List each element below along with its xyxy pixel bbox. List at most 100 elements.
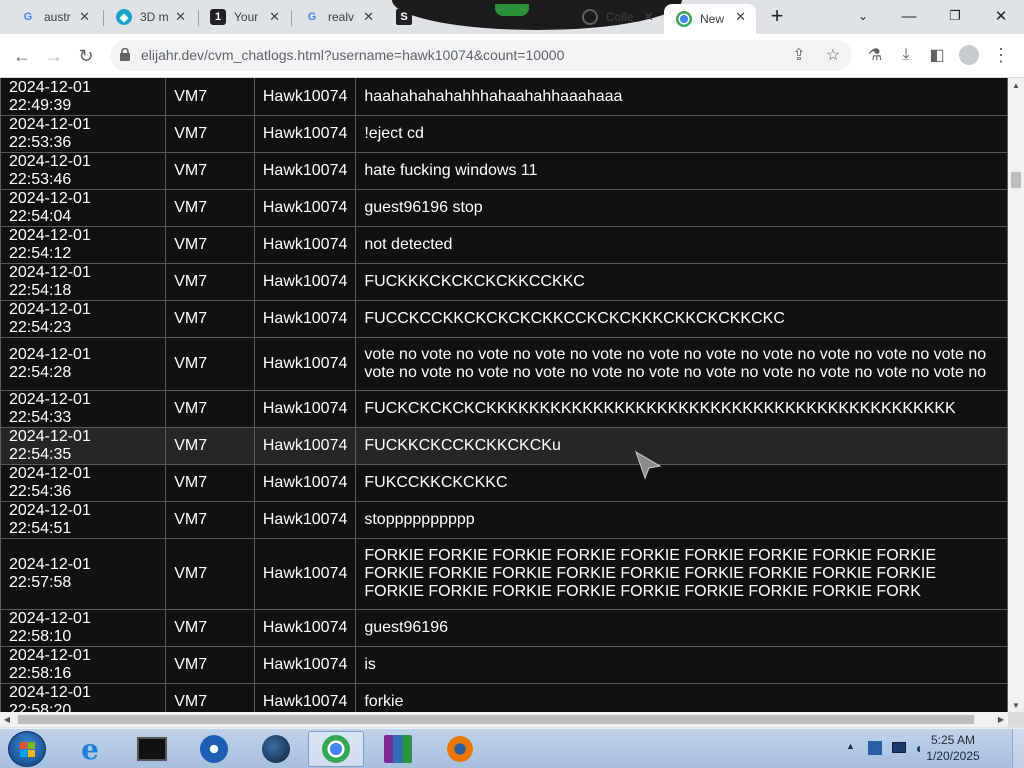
minimize-button[interactable]: —	[894, 4, 924, 28]
username-cell: Hawk10074	[253, 427, 357, 465]
vm-cell: VM7	[165, 115, 255, 153]
tab-3d[interactable]: ◈ 3D m ✕	[104, 4, 196, 30]
close-icon[interactable]: ✕	[643, 9, 654, 25]
globe-icon	[582, 9, 598, 25]
message-cell: !eject cd	[355, 115, 1008, 153]
vm-cell: VM7	[165, 300, 255, 338]
menu-kebab-icon[interactable]: ⋮	[988, 42, 1014, 68]
message-cell: guest96196	[355, 609, 1008, 647]
table-row: 2024-12-01 22:54:51 VM7 Hawk10074 stopppppp…	[0, 501, 1008, 539]
table-row: 2024-12-01 22:53:36 VM7 Hawk10074 !eject cd	[0, 115, 1008, 153]
close-window-button[interactable]: ✕	[986, 4, 1016, 28]
terminal-icon[interactable]	[124, 731, 180, 767]
table-row: 2024-12-01 22:53:46 VM7 Hawk10074 hate fuck…	[0, 152, 1008, 190]
table-row: 2024-12-01 22:54:18 VM7 Hawk10074 FUCKKKCKC…	[0, 263, 1008, 301]
message-cell: hate fucking windows 11	[355, 152, 1008, 190]
tab-colle[interactable]: Colle ✕	[572, 4, 664, 30]
table-row: 2024-12-01 22:54:04 VM7 Hawk10074 guest9619…	[0, 189, 1008, 227]
scroll-right-arrow[interactable]: ▶	[994, 712, 1008, 727]
scrollbar-corner	[1008, 712, 1024, 727]
username-cell: Hawk10074	[253, 538, 357, 610]
tab-new[interactable]: New ✕	[664, 4, 756, 34]
profile-avatar-icon[interactable]	[956, 42, 982, 68]
vertical-scrollbar[interactable]: ▲ ▼	[1008, 78, 1024, 712]
tab-realv[interactable]: G realv ✕	[292, 4, 384, 30]
scroll-left-arrow[interactable]: ◀	[0, 712, 14, 727]
timestamp-cell: 2024-12-01 22:54:23	[0, 300, 167, 338]
bookmark-star-icon[interactable]: ☆	[820, 42, 846, 68]
vm-cell: VM7	[165, 464, 255, 502]
show-hidden-icons-icon[interactable]: ▲	[846, 741, 855, 751]
back-button[interactable]: ←	[8, 42, 36, 70]
taskbar-clock[interactable]: 5:25 AM 1/20/2025	[920, 732, 986, 764]
tab-strip: G austr ✕ ◈ 3D m ✕ 1 Your ✕ G realv ✕ S …	[0, 0, 1024, 34]
vm-cell: VM7	[165, 263, 255, 301]
globe-icon[interactable]	[248, 731, 304, 767]
username-cell: Hawk10074	[253, 115, 357, 153]
tab-your[interactable]: 1 Your ✕	[198, 4, 290, 30]
timestamp-cell: 2024-12-01 22:57:58	[0, 538, 167, 610]
close-icon[interactable]: ✕	[735, 9, 746, 25]
winrar-icon[interactable]	[370, 731, 426, 767]
scrollbar-thumb[interactable]	[1011, 172, 1021, 188]
close-icon[interactable]: ✕	[269, 9, 280, 25]
mouse-cursor-icon	[635, 450, 662, 480]
chrome-icon[interactable]	[308, 731, 364, 767]
vm-cell: VM7	[165, 78, 255, 116]
username-cell: Hawk10074	[253, 464, 357, 502]
table-row: 2024-12-01 22:54:28 VM7 Hawk10074 vote no v…	[0, 337, 1008, 391]
tab-austr[interactable]: G austr ✕	[8, 4, 100, 30]
table-row: 2024-12-01 22:58:10 VM7 Hawk10074 guest9619…	[0, 609, 1008, 647]
close-icon[interactable]: ✕	[79, 9, 90, 25]
new-tab-button[interactable]: +	[762, 3, 792, 28]
close-icon[interactable]: ✕	[363, 9, 374, 25]
restore-button[interactable]: ❐	[940, 4, 970, 28]
show-desktop-button[interactable]	[1012, 729, 1024, 768]
message-cell: vote no vote no vote no vote no vote no …	[355, 337, 1008, 391]
close-icon[interactable]: ✕	[175, 9, 186, 25]
download-icon[interactable]: ⤓	[893, 42, 919, 68]
timestamp-cell: 2024-12-01 22:53:46	[0, 152, 167, 190]
clock-time: 5:25 AM	[930, 733, 976, 747]
address-bar[interactable]: elijahr.dev/cvm_chatlogs.html?username=h…	[110, 40, 852, 71]
forward-button[interactable]: →	[40, 42, 68, 70]
internet-explorer-icon[interactable]: e	[62, 731, 118, 767]
labs-flask-icon[interactable]: ⚗	[862, 42, 888, 68]
message-cell: FUCKKCKCCKCKKCKCKu	[355, 427, 1008, 465]
tab-title: realv	[328, 10, 355, 24]
timestamp-cell: 2024-12-01 22:58:20	[0, 683, 167, 712]
vm-cell: VM7	[165, 226, 255, 264]
tab-title: Your	[234, 10, 259, 24]
message-cell: FUCKCKCKCKCKKKKKKKKKKKKKKKKKKKKKKKKKKKKK…	[355, 390, 1008, 428]
reload-button[interactable]: ↻	[72, 42, 100, 70]
scroll-down-arrow[interactable]: ▼	[1008, 698, 1024, 712]
timestamp-cell: 2024-12-01 22:58:16	[0, 646, 167, 684]
message-cell: is	[355, 646, 1008, 684]
tab-title: New	[700, 12, 725, 26]
blender-icon[interactable]	[432, 731, 488, 767]
timestamp-cell: 2024-12-01 22:54:33	[0, 390, 167, 428]
tray-app-icon[interactable]	[868, 741, 882, 755]
tab-title: 3D m	[140, 10, 169, 24]
page-viewport: 2024-12-01 22:49:39 VM7 Hawk10074 haahahaha…	[0, 78, 1008, 712]
timestamp-cell: 2024-12-01 22:54:18	[0, 263, 167, 301]
vm-cell: VM7	[165, 683, 255, 712]
tab-title: Colle	[606, 10, 634, 24]
side-panel-icon[interactable]: ◧	[924, 42, 950, 68]
vm-cell: VM7	[165, 501, 255, 539]
network-icon[interactable]	[892, 742, 906, 753]
browser-toolbar: ← → ↻ elijahr.dev/cvm_chatlogs.html?user…	[0, 34, 1024, 78]
google-icon: G	[307, 11, 317, 23]
table-row: 2024-12-01 22:58:16 VM7 Hawk10074 is	[0, 646, 1008, 684]
table-row: 2024-12-01 22:58:20 VM7 Hawk10074 forkie	[0, 683, 1008, 712]
taskbar: e ▲ ◖ 5:25 AM 1/20/2025	[0, 728, 1024, 768]
horizontal-scrollbar[interactable]: ◀ ▶	[0, 712, 1008, 727]
chevron-down-icon[interactable]: ⌄	[848, 4, 878, 28]
media-player-icon[interactable]	[186, 731, 242, 767]
timestamp-cell: 2024-12-01 22:54:12	[0, 226, 167, 264]
scrollbar-thumb[interactable]	[18, 715, 974, 724]
scroll-up-arrow[interactable]: ▲	[1008, 78, 1024, 92]
share-icon[interactable]: ⇪	[786, 42, 812, 68]
vm-cell: VM7	[165, 609, 255, 647]
start-orb-icon[interactable]	[8, 731, 46, 767]
